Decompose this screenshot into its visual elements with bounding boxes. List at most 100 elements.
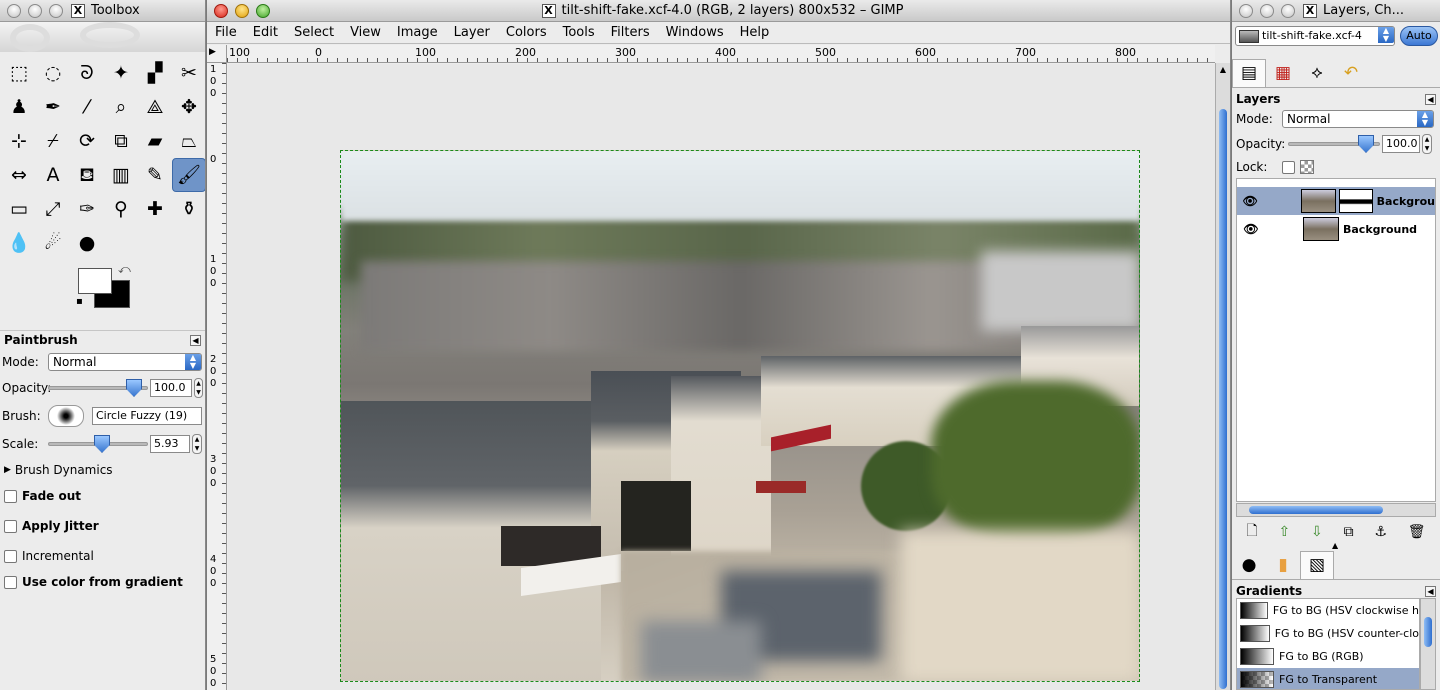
scale-icon[interactable]: ⧉ [104, 124, 138, 158]
menu-select[interactable]: Select [286, 25, 342, 40]
brushes-tab-icon[interactable]: ● [1232, 551, 1266, 579]
menu-tools[interactable]: Tools [555, 25, 603, 40]
layer-opacity-spin-icon[interactable]: ▲ ▼ [1422, 134, 1432, 154]
gradients-scrollbar[interactable] [1420, 598, 1436, 690]
scale-spin-icon[interactable]: ▲ ▼ [192, 434, 202, 454]
scroll-thumb[interactable] [1219, 109, 1227, 689]
opacity-spin-icon[interactable]: ▲ ▼ [194, 378, 203, 398]
undo-tab-icon[interactable]: ↶ [1334, 59, 1368, 87]
fuzzy-select-icon[interactable]: ✦ [104, 56, 138, 90]
dodge-burn-icon[interactable]: ● [70, 226, 104, 260]
patterns-tab-icon[interactable]: ▮ [1266, 551, 1300, 579]
layer-opacity-field[interactable]: 100.0 [1382, 135, 1420, 153]
clone-icon[interactable]: ⚲ [104, 192, 138, 226]
incremental-row[interactable]: Incremental [0, 543, 205, 569]
menu-edit[interactable]: Edit [245, 25, 286, 40]
ruler-corner[interactable]: ▶ [207, 45, 227, 63]
close-button[interactable] [7, 3, 21, 18]
paths-tab-icon[interactable]: ⟡ [1300, 59, 1334, 87]
scale-slider[interactable] [48, 435, 148, 453]
new-layer-icon[interactable]: 🗋 [1246, 520, 1257, 544]
image-select[interactable]: tilt-shift-fake.xcf-4 ▲ ▼ [1235, 26, 1395, 46]
layer-name[interactable]: Backgrou [1377, 195, 1435, 208]
move-icon[interactable]: ✥ [172, 90, 205, 124]
menu-layer[interactable]: Layer [446, 25, 498, 40]
default-colors-icon[interactable]: ▪ [76, 296, 83, 307]
delete-layer-icon[interactable]: 🗑 [1408, 524, 1426, 540]
menu-colors[interactable]: Colors [498, 25, 555, 40]
collapse-arrow-icon[interactable]: ◀ [1425, 585, 1436, 597]
gradients-tab-icon[interactable]: ▧ [1300, 550, 1334, 579]
swap-colors-icon[interactable]: ⤺ [118, 262, 131, 277]
gradients-list[interactable]: FG to BG (HSV clockwise h FG to BG (HSV c… [1236, 598, 1420, 690]
paths-icon[interactable]: ✒ [36, 90, 70, 124]
opacity-field[interactable]: 100.0 [150, 379, 193, 397]
paintbrush-icon[interactable]: 🖌 [172, 158, 205, 192]
use-gradient-checkbox[interactable] [4, 575, 17, 589]
vertical-ruler[interactable]: 1000100200300400500 [207, 63, 227, 690]
layer-row[interactable]: 👁 Backgrou [1237, 187, 1435, 215]
mode-select[interactable]: Normal ▲ ▼ [48, 353, 202, 371]
layers-hscrollbar[interactable] [1236, 503, 1436, 517]
ink-icon[interactable]: ✑ [70, 192, 104, 226]
minimize-button[interactable] [235, 4, 249, 18]
fade-out-checkbox[interactable] [4, 489, 17, 503]
brush-dynamics-expander[interactable]: ▶ Brush Dynamics [0, 457, 205, 483]
layer-row[interactable]: 👁 Background [1237, 215, 1435, 243]
color-picker-icon[interactable]: ⁄ [70, 90, 104, 124]
zoom-button[interactable] [256, 4, 270, 18]
shear-icon[interactable]: ▰ [138, 124, 172, 158]
lock-alpha-icon[interactable] [1300, 160, 1314, 174]
rect-select-icon[interactable]: ⬚ [2, 56, 36, 90]
lock-pixels-checkbox[interactable] [1282, 160, 1295, 174]
collapse-arrow-icon[interactable]: ◀ [190, 334, 201, 346]
text-icon[interactable]: A [36, 158, 70, 192]
layer-mode-select[interactable]: Normal ▲ ▼ [1282, 110, 1434, 128]
brush-name[interactable]: Circle Fuzzy (19) [92, 407, 202, 425]
ellipse-select-icon[interactable]: ◌ [36, 56, 70, 90]
layer-name[interactable]: Background [1343, 223, 1417, 236]
gradient-row[interactable]: FG to BG (RGB) [1237, 645, 1419, 668]
pane-handle-icon[interactable]: ▲ [1332, 541, 1338, 550]
foreground-select-icon[interactable]: ♟ [2, 90, 36, 124]
incremental-checkbox[interactable] [4, 549, 17, 563]
gradient-row[interactable]: FG to Transparent [1237, 668, 1419, 689]
select-by-color-icon[interactable]: ▞ [138, 56, 172, 90]
image-canvas[interactable] [340, 150, 1140, 682]
scroll-thumb[interactable] [1424, 617, 1432, 647]
vertical-scrollbar[interactable]: ▲ [1215, 63, 1230, 690]
blend-icon[interactable]: ▥ [104, 158, 138, 192]
canvas-area[interactable] [228, 64, 1216, 690]
pencil-icon[interactable]: ✎ [138, 158, 172, 192]
channels-tab-icon[interactable]: ▦ [1266, 59, 1300, 87]
bucket-fill-icon[interactable]: ⛾ [70, 158, 104, 192]
visibility-eye-icon[interactable]: 👁 [1237, 194, 1263, 208]
anchor-layer-icon[interactable]: ⚓ [1374, 524, 1387, 540]
gradient-row[interactable]: FG to BG (HSV counter-clo [1237, 622, 1419, 645]
scissors-icon[interactable]: ✂ [172, 56, 205, 90]
lower-layer-icon[interactable]: ⇩ [1311, 524, 1323, 540]
duplicate-layer-icon[interactable]: ⧉ [1344, 524, 1354, 540]
gradient-row[interactable]: FG to BG (HSV clockwise h [1237, 599, 1419, 622]
free-select-icon[interactable]: ᘐ [70, 56, 104, 90]
flip-icon[interactable]: ⇔ [2, 158, 36, 192]
minimize-button[interactable] [1260, 3, 1274, 18]
scroll-thumb[interactable] [1249, 506, 1383, 514]
scale-field[interactable]: 5.93 [150, 435, 190, 453]
raise-layer-icon[interactable]: ⇧ [1278, 524, 1290, 540]
apply-jitter-checkbox[interactable] [4, 519, 17, 533]
menu-image[interactable]: Image [389, 25, 446, 40]
foreground-color[interactable] [78, 268, 112, 294]
align-icon[interactable]: ⊹ [2, 124, 36, 158]
zoom-button[interactable] [49, 3, 63, 18]
layers-tab-icon[interactable]: ▤ [1232, 58, 1266, 87]
close-button[interactable] [214, 4, 228, 18]
blur-icon[interactable]: 💧 [2, 226, 36, 260]
minimize-button[interactable] [28, 3, 42, 18]
heal-icon[interactable]: ✚ [138, 192, 172, 226]
perspective-clone-icon[interactable]: ⚱ [172, 192, 205, 226]
visibility-eye-icon[interactable]: 👁 [1237, 222, 1265, 236]
layer-mask-thumbnail[interactable] [1338, 189, 1373, 213]
rotate-icon[interactable]: ⟳ [70, 124, 104, 158]
brush-preview[interactable] [48, 405, 84, 427]
